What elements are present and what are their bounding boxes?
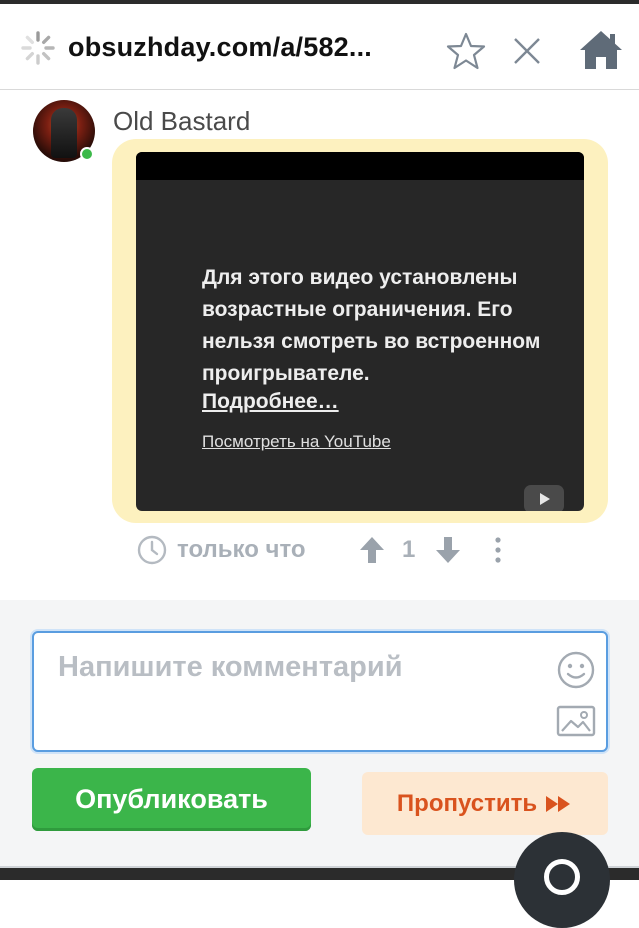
watch-on-youtube-link[interactable]: Посмотреть на YouTube [202,432,391,452]
downvote-arrow-icon[interactable] [434,535,462,565]
clock-icon [137,535,167,565]
age-restriction-message: Для этого видео установлены возрастные о… [202,266,541,385]
publish-button[interactable]: Опубликовать [32,768,311,831]
home-icon[interactable] [578,29,624,71]
more-info-link[interactable]: Подробнее… [202,390,339,414]
search-icon [544,859,580,895]
fast-forward-icon [546,795,571,812]
comment-item: Old Bastard Для этого видео установлены … [0,91,639,600]
emoji-icon[interactable] [556,650,596,690]
comment-input[interactable]: Напишите комментарий [32,631,608,752]
comment-time: только что [177,536,306,563]
star-icon[interactable] [446,31,486,71]
embedded-video[interactable]: Для этого видео установлены возрастные о… [136,152,584,511]
vote-score: 1 [402,536,416,563]
upvote-arrow-icon[interactable] [358,535,386,565]
skip-button-label: Пропустить [396,789,538,817]
loading-spinner-icon [21,31,55,65]
video-top-bar [136,152,584,180]
skip-button[interactable]: Пропустить [362,772,608,835]
more-options-icon[interactable] [488,535,508,565]
url-text[interactable]: obsuzhday.com/a/582... [68,32,428,63]
search-fab-button[interactable] [514,832,610,928]
close-icon[interactable] [510,34,544,68]
browser-toolbar: obsuzhday.com/a/582... [0,4,639,90]
video-frame: Для этого видео установлены возрастные о… [112,139,608,523]
comment-input-placeholder: Напишите комментарий [58,651,403,683]
online-status-dot [80,147,94,161]
comment-meta: только что 1 [0,531,639,571]
youtube-logo-icon[interactable] [524,485,564,511]
image-upload-icon[interactable] [556,704,596,738]
author-name[interactable]: Old Bastard [113,106,250,137]
comment-compose: Напишите комментарий Опубликовать Пропус… [0,600,639,868]
avatar-figure [51,108,77,158]
